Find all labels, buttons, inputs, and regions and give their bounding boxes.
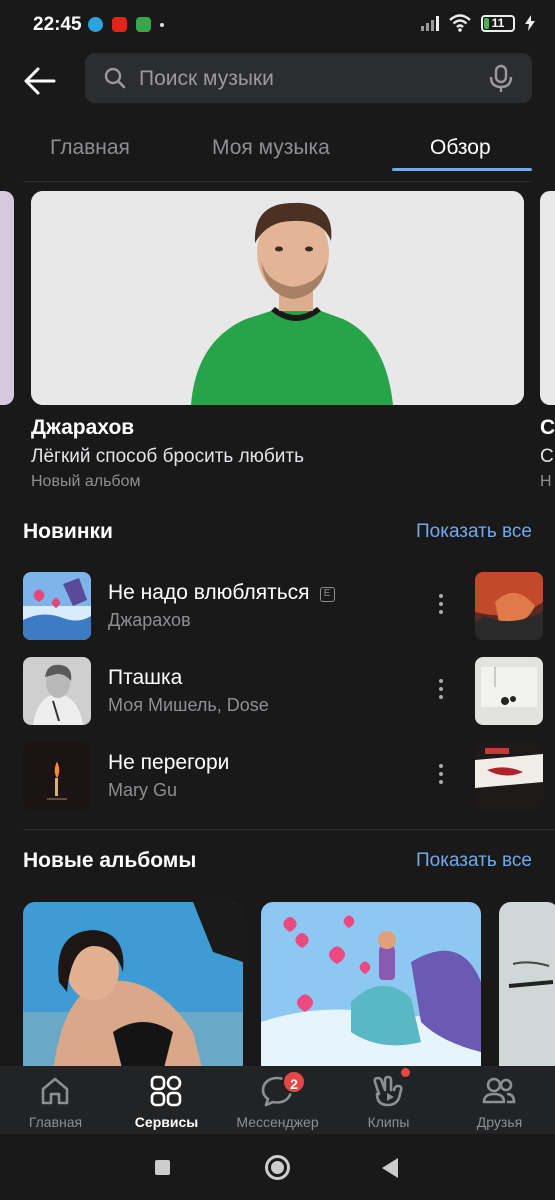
telegram-icon [88,17,103,32]
bottom-navigation: Главная Сервисы 2 Мессенджер Клипы Друзь… [0,1066,555,1134]
youtube-icon [112,17,127,32]
tab-divider [23,181,532,182]
notification-icons [88,17,164,32]
search-icon [104,67,126,89]
featured-type: Новый альбом [31,473,141,490]
section-divider [23,829,555,830]
next-column-cover[interactable] [475,572,543,640]
track-row[interactable]: Пташка Моя Мишель, Dose [23,657,553,725]
nav-home[interactable]: Главная [0,1066,111,1134]
nav-services[interactable]: Сервисы [111,1066,222,1134]
featured-next-card[interactable] [540,191,555,405]
clips-icon [373,1075,403,1107]
home-icon [41,1077,69,1105]
tab-bar: Главная Моя музыка Обзор [0,120,555,182]
search-placeholder: Поиск музыки [139,67,274,90]
nav-home-label: Главная [28,1114,83,1130]
featured-card-image[interactable] [31,191,524,405]
app-icon [136,17,151,32]
next-column-cover[interactable] [475,742,543,810]
album-cover[interactable] [261,902,481,1072]
new-albums-show-all-link[interactable]: Показать все [416,850,532,872]
home-button-icon[interactable] [265,1155,290,1180]
tab-my-music[interactable]: Моя музыка [212,136,330,160]
explicit-badge: E [319,587,335,602]
more-options-icon[interactable] [437,594,445,618]
track-artist: Моя Мишель, Dose [108,695,269,715]
more-options-icon[interactable] [437,679,445,703]
wifi-icon [449,14,471,32]
new-releases-title: Новинки [23,520,113,543]
next-featured-type: Н [540,473,552,490]
tab-home[interactable]: Главная [50,136,130,160]
status-right: 11 [421,14,535,32]
nav-services-label: Сервисы [134,1114,199,1130]
featured-prev-card[interactable] [0,191,14,405]
microphone-icon[interactable] [488,64,514,94]
more-options-icon[interactable] [437,764,445,788]
search-input[interactable]: Поиск музыки [85,53,532,103]
charging-icon [525,15,535,31]
featured-title[interactable]: Джарахов [31,416,134,440]
android-navigation-bar [0,1134,555,1200]
clips-notification-dot [401,1068,410,1077]
album-cover[interactable] [499,902,555,1072]
tab-indicator [392,168,532,171]
track-title: Не надо влюбляться E [108,581,335,605]
track-artist: Джарахов [108,610,191,630]
track-artist: Mary Gu [108,780,178,800]
signal-icon [421,15,439,31]
friends-icon [482,1077,516,1104]
new-albums-title: Новые альбомы [23,849,197,872]
album-cover[interactable] [23,902,243,1072]
dot-icon [160,22,164,27]
nav-messenger[interactable]: 2 Мессенджер [222,1066,333,1134]
tab-overview[interactable]: Обзор [430,136,491,160]
new-releases-show-all-link[interactable]: Показать все [416,521,532,543]
status-time: 22:45 [33,14,82,35]
services-icon [150,1075,182,1107]
nav-friends[interactable]: Друзья [444,1066,555,1134]
messenger-badge: 2 [282,1070,306,1094]
next-featured-subtitle: С [540,446,554,467]
status-bar: 22:45 11 [0,0,555,50]
back-arrow-icon[interactable] [24,66,56,96]
nav-clips[interactable]: Клипы [333,1066,444,1134]
next-featured-title: С [540,416,555,439]
track-row[interactable]: Не надо влюбляться E Джарахов [23,572,553,640]
track-row[interactable]: Не перегори Mary Gu [23,742,553,810]
nav-messenger-label: Мессенджер [236,1114,319,1130]
track-title: Не перегори [108,751,230,774]
track-title-text: Не надо влюбляться [108,581,310,604]
battery-icon: 11 [481,14,515,32]
featured-subtitle: Лёгкий способ бросить любить [31,446,305,467]
track-title: Пташка [108,666,183,689]
nav-friends-label: Друзья [476,1114,523,1130]
artist-photo [31,191,524,405]
next-column-cover[interactable] [475,657,543,725]
battery-level: 11 [491,16,505,30]
nav-clips-label: Клипы [367,1114,410,1130]
recents-icon[interactable] [155,1160,170,1175]
track-cover [23,657,91,725]
track-cover [23,742,91,810]
track-cover [23,572,91,640]
back-button-icon[interactable] [382,1158,398,1178]
